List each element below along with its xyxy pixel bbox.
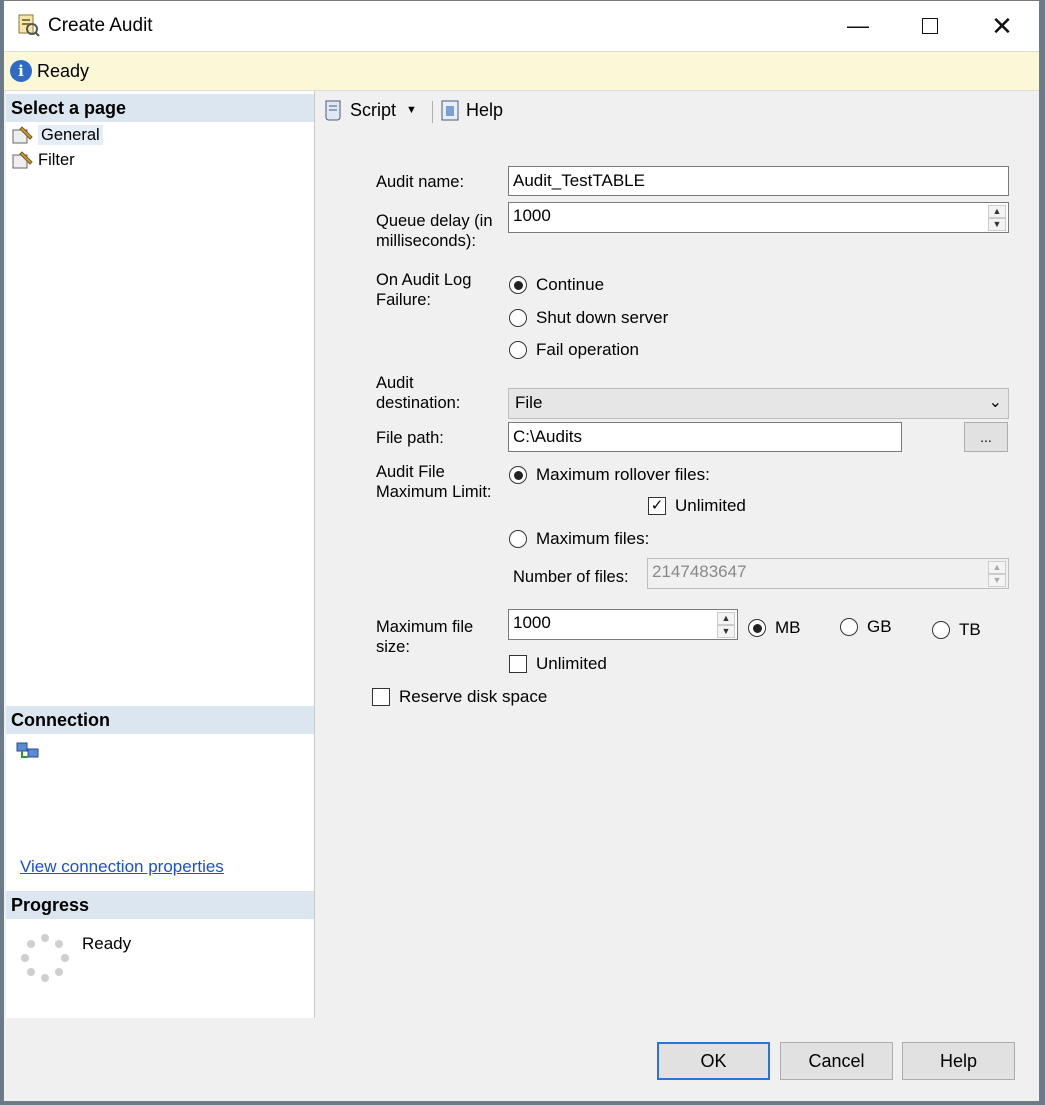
window-title: Create Audit — [48, 15, 153, 36]
page-item-filter[interactable]: Filter — [12, 148, 75, 172]
queue-delay-label: Queue delay (in milliseconds): — [376, 212, 493, 250]
browse-button[interactable]: ... — [964, 422, 1008, 452]
info-icon: i — [10, 60, 32, 82]
help-button[interactable]: Help — [902, 1042, 1015, 1080]
script-scroll-icon — [325, 100, 341, 121]
ok-button[interactable]: OK — [657, 1042, 770, 1080]
failure-shutdown-radio[interactable]: Shut down server — [509, 308, 668, 328]
minimize-icon: — — [847, 13, 869, 38]
destination-label: Audit destination: — [376, 374, 461, 412]
checkbox-empty-icon — [372, 688, 390, 706]
radio-selected-icon — [509, 276, 527, 294]
file-path-label: File path: — [376, 429, 444, 447]
size-unit-tb-radio[interactable]: TB — [932, 620, 981, 640]
radio-empty-icon — [932, 621, 950, 639]
number-of-files-stepper: 2147483647 ▲ ▼ — [647, 558, 1009, 589]
general-page: Script ▼ Help Audit name: Queue delay (i… — [316, 91, 1038, 1018]
left-panel: Select a page General Filter Connection … — [6, 91, 315, 1018]
page-item-general[interactable]: General — [12, 123, 103, 147]
connection-header: Connection — [6, 706, 314, 734]
create-audit-dialog: Create Audit — ✕ i Ready Select a page G… — [3, 0, 1040, 1102]
wrench-page-icon — [12, 151, 33, 169]
wrench-page-icon — [12, 126, 33, 144]
number-of-files-value: 2147483647 — [652, 562, 747, 581]
chevron-down-icon: ⌄ — [988, 394, 1002, 411]
audit-name-label: Audit name: — [376, 173, 465, 191]
status-bar: i Ready — [4, 51, 1039, 91]
queue-delay-value: 1000 — [513, 206, 551, 225]
spin-up-icon: ▲ — [717, 612, 735, 625]
number-of-files-spin: ▲ ▼ — [988, 561, 1006, 587]
minimize-button[interactable]: — — [822, 1, 894, 51]
file-path-input[interactable] — [508, 422, 902, 452]
queue-delay-spin[interactable]: ▲ ▼ — [988, 205, 1006, 231]
close-button[interactable]: ✕ — [966, 1, 1038, 51]
audit-app-icon — [18, 14, 40, 37]
chevron-down-icon[interactable]: ▼ — [406, 104, 417, 116]
server-connection-icon — [16, 742, 39, 758]
view-connection-properties-link[interactable]: View connection properties — [20, 857, 224, 877]
select-page-header: Select a page — [6, 94, 314, 122]
number-of-files-label: Number of files: — [513, 568, 629, 586]
max-file-size-value: 1000 — [513, 613, 551, 632]
spin-down-icon: ▼ — [717, 625, 735, 638]
failure-label: On Audit Log Failure: — [376, 271, 472, 309]
radio-selected-icon — [509, 466, 527, 484]
page-item-label: Filter — [38, 151, 75, 169]
spin-down-icon: ▼ — [988, 574, 1006, 587]
title-bar: Create Audit — ✕ — [4, 1, 1039, 51]
destination-value: File — [515, 393, 543, 412]
status-text: Ready — [37, 61, 90, 81]
help-label: Help — [466, 99, 504, 120]
size-unlimited-checkbox[interactable]: Unlimited — [509, 654, 607, 674]
progress-spinner-icon — [21, 934, 69, 982]
destination-select[interactable]: File ⌄ — [508, 388, 1009, 419]
close-icon: ✕ — [991, 10, 1013, 41]
queue-delay-stepper[interactable]: 1000 ▲ ▼ — [508, 202, 1009, 233]
max-file-size-stepper[interactable]: 1000 ▲ ▼ — [508, 609, 738, 640]
script-button[interactable]: Script ▼ — [322, 98, 417, 122]
help-book-icon — [441, 100, 459, 121]
maximize-button[interactable] — [894, 1, 966, 51]
radio-empty-icon — [509, 309, 527, 327]
radio-empty-icon — [509, 530, 527, 548]
max-files-radio[interactable]: Maximum files: — [509, 529, 649, 549]
page-item-label: General — [38, 125, 103, 145]
audit-name-input[interactable] — [508, 166, 1009, 196]
toolbar-separator — [432, 101, 433, 123]
reserve-disk-space-checkbox[interactable]: Reserve disk space — [372, 687, 547, 707]
size-unit-gb-radio[interactable]: GB — [840, 617, 892, 637]
toolbar: Script ▼ Help — [316, 91, 1038, 131]
radio-empty-icon — [840, 618, 858, 636]
spin-up-icon: ▲ — [988, 205, 1006, 218]
script-label: Script — [350, 99, 397, 120]
file-limit-label: Audit File Maximum Limit: — [376, 463, 492, 501]
failure-continue-radio[interactable]: Continue — [509, 275, 604, 295]
size-unit-mb-radio[interactable]: MB — [748, 618, 801, 638]
failure-fail-operation-radio[interactable]: Fail operation — [509, 340, 639, 360]
radio-empty-icon — [509, 341, 527, 359]
cancel-button[interactable]: Cancel — [780, 1042, 893, 1080]
max-rollover-radio[interactable]: Maximum rollover files: — [509, 465, 710, 485]
spin-down-icon: ▼ — [988, 218, 1006, 231]
maximize-icon — [922, 18, 938, 34]
checkbox-empty-icon — [509, 655, 527, 673]
radio-selected-icon — [748, 619, 766, 637]
spin-up-icon: ▲ — [988, 561, 1006, 574]
help-toolbar-button[interactable]: Help — [438, 98, 503, 122]
checkmark-icon: ✓ — [648, 497, 666, 515]
max-file-size-spin[interactable]: ▲ ▼ — [717, 612, 735, 638]
progress-header: Progress — [6, 891, 314, 919]
rollover-unlimited-checkbox[interactable]: ✓ Unlimited — [648, 496, 746, 516]
progress-status-text: Ready — [82, 934, 132, 953]
max-file-size-label: Maximum file size: — [376, 618, 474, 656]
